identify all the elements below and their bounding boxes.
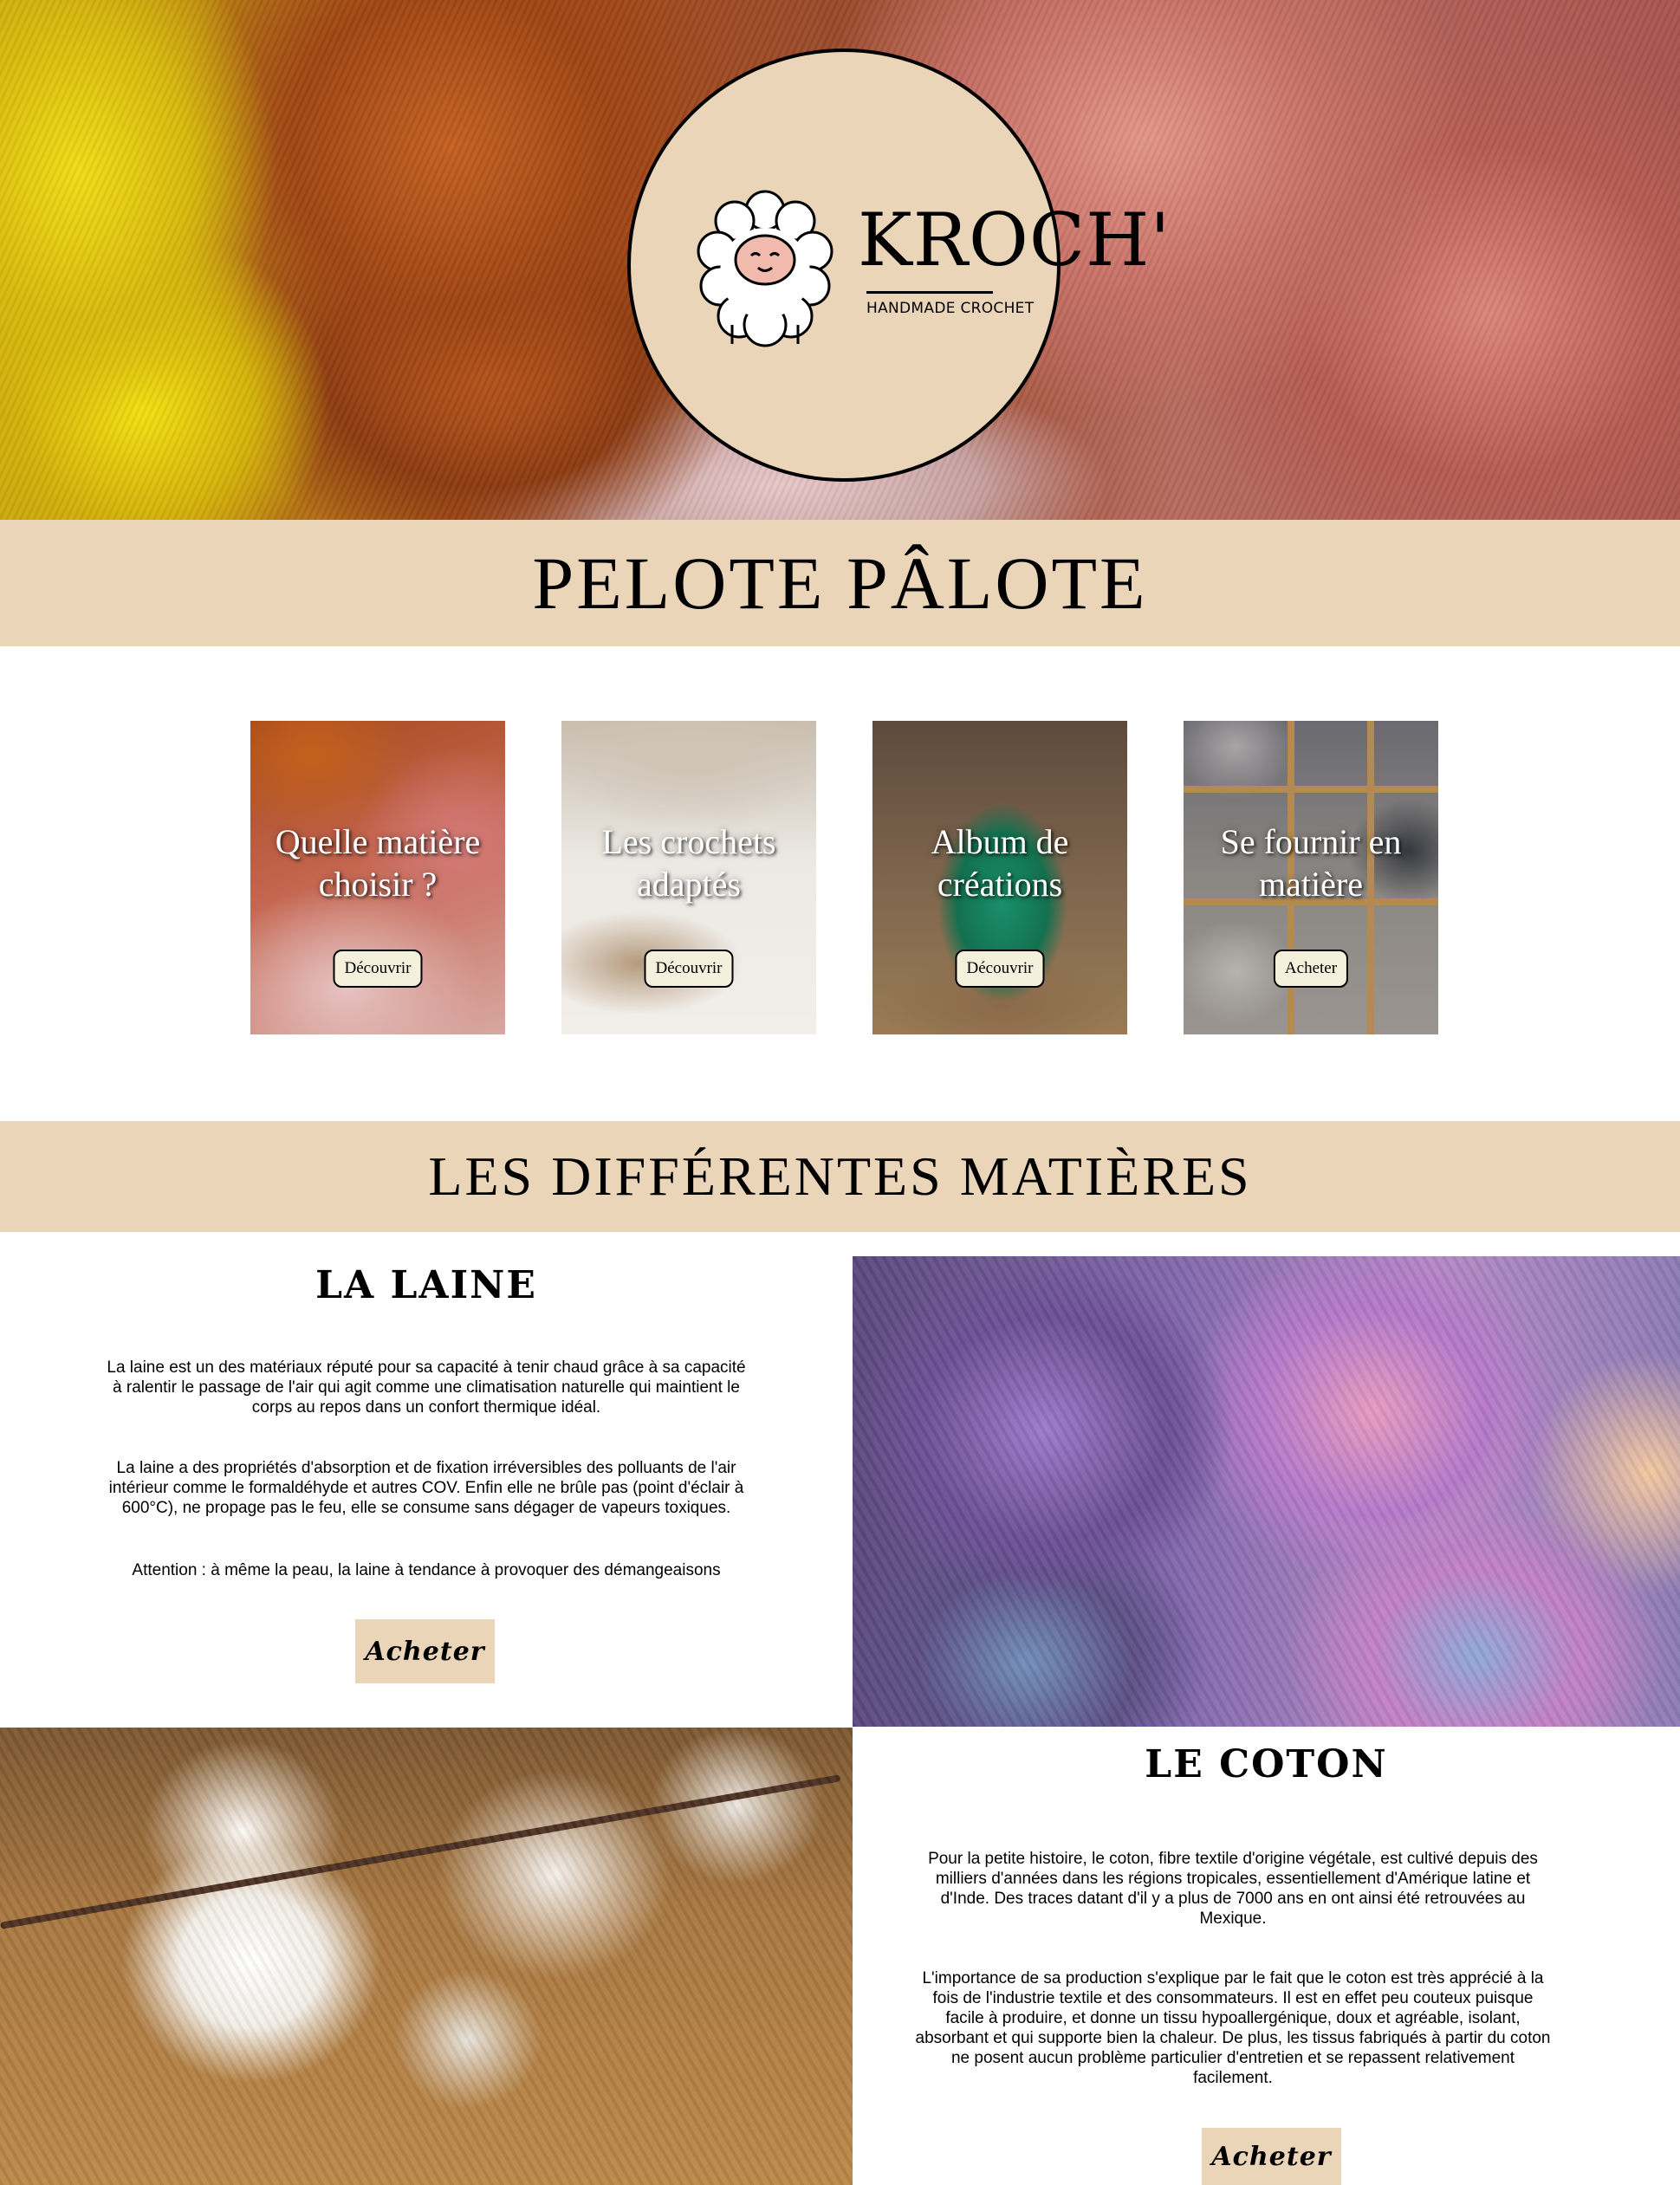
laine-title: LA LAINE xyxy=(315,1263,537,1307)
laine-paragraph-1: La laine est un des matériaux réputé pou… xyxy=(107,1358,746,1417)
card-title-line: Se fournir en xyxy=(1220,822,1402,861)
brand-logo[interactable]: KROCH' HANDMADE CROCHET xyxy=(627,49,1170,482)
page-title-band: PELOTE PÂLOTE xyxy=(0,520,1680,646)
cotton-branch xyxy=(0,1774,841,1929)
brand-divider xyxy=(866,291,993,294)
page-title: PELOTE PÂLOTE xyxy=(532,541,1148,625)
discover-button[interactable]: Découvrir xyxy=(644,950,734,988)
coton-image xyxy=(0,1728,853,2185)
coton-title: LE COTON xyxy=(1145,1742,1388,1786)
card-title: Se fournir en matière xyxy=(1184,820,1438,905)
discover-button[interactable]: Découvrir xyxy=(955,950,1045,988)
card-title: Quelle matière choisir ? xyxy=(250,820,505,905)
materials-title-band: LES DIFFÉRENTES MATIÈRES xyxy=(0,1121,1680,1232)
coton-paragraph-1: Pour la petite histoire, le coton, fibre… xyxy=(928,1850,1538,1928)
card-supply[interactable]: Se fournir en matière Acheter xyxy=(1184,721,1438,1034)
card-crochets[interactable]: Les crochets adaptés Découvrir xyxy=(561,721,816,1034)
laine-buy-button[interactable]: Acheter xyxy=(355,1619,495,1683)
sheep-icon xyxy=(697,190,834,347)
laine-yarn-image xyxy=(853,1256,1680,1727)
card-title-line: Les crochets xyxy=(601,822,776,861)
card-title-line: matière xyxy=(1259,865,1363,904)
brand-name: KROCH' xyxy=(858,198,1171,282)
buy-button[interactable]: Acheter xyxy=(1273,950,1349,988)
card-title-line: créations xyxy=(937,865,1063,904)
laine-paragraph-3: Attention : à même la peau, la laine à t… xyxy=(132,1561,721,1579)
hero-banner: KROCH' HANDMADE CROCHET xyxy=(0,0,1680,520)
coton-paragraph-2: L'importance de sa production s'explique… xyxy=(915,1969,1551,2087)
card-title: Les crochets adaptés xyxy=(561,820,816,905)
card-title-line: choisir ? xyxy=(318,865,438,904)
card-album[interactable]: Album de créations Découvrir xyxy=(872,721,1127,1034)
laine-paragraph-2: La laine a des propriétés d'absorption e… xyxy=(108,1459,744,1517)
card-choose-material[interactable]: Quelle matière choisir ? Découvrir xyxy=(250,721,505,1034)
card-title-line: adaptés xyxy=(637,865,741,904)
brand-tagline: HANDMADE CROCHET xyxy=(866,300,1035,317)
card-title-line: Quelle matière xyxy=(275,822,481,861)
card-title: Album de créations xyxy=(872,820,1127,905)
card-title-line: Album de xyxy=(931,822,1069,861)
coton-buy-button[interactable]: Acheter xyxy=(1202,2128,1341,2185)
discover-button[interactable]: Découvrir xyxy=(333,950,423,988)
materials-title: LES DIFFÉRENTES MATIÈRES xyxy=(428,1145,1252,1207)
